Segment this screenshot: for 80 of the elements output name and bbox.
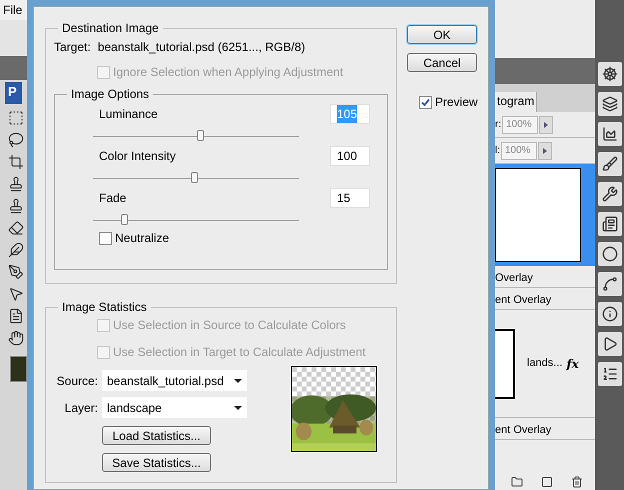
dialog-button[interactable]: Cancel [407,53,477,72]
folder-icon[interactable] [511,476,523,488]
checkmark-icon [421,98,430,106]
color-swatch[interactable] [10,356,27,382]
note-icon[interactable] [8,308,24,324]
effects-label: fx [566,356,579,372]
toolbar-header [0,56,27,80]
select-label: Source: [56,372,98,390]
checkbox-label: Use Selection in Target to Calculate Adjustment [113,344,366,361]
dropdown[interactable]: landscape [102,397,247,418]
wrench-icon [602,186,618,202]
value-field[interactable]: 100 [330,146,370,166]
eraser-icon[interactable] [8,220,24,236]
trash-icon[interactable] [571,476,583,488]
path-icon [602,276,618,292]
stamp-icon[interactable] [8,198,24,214]
feather-icon[interactable] [8,242,24,258]
field-label: l: [495,144,500,158]
marquee-icon[interactable] [8,110,24,126]
slider-track[interactable] [93,172,299,184]
app-logo: P [5,82,22,104]
arrow-button[interactable] [538,142,552,160]
new-layer-icon[interactable] [541,476,553,488]
wrench-button[interactable] [598,182,622,206]
brush-icon [602,156,618,172]
info-button[interactable] [598,302,622,326]
slider-track[interactable] [93,214,299,226]
target-label: Target: [54,39,91,56]
hand-icon[interactable] [8,330,24,346]
statistics-button[interactable]: Save Statistics... [102,453,211,472]
slider-thumb[interactable] [197,130,204,141]
checkbox-label: Preview [435,94,478,111]
field-label: r: [495,118,502,132]
slider-label: Luminance [99,106,158,123]
dialog-button[interactable]: OK [407,25,477,44]
layers-button[interactable] [598,92,622,116]
arrow-icon [543,148,547,154]
slider-thumb[interactable] [190,172,198,183]
arrow-icon [544,122,548,128]
select-label: Layer: [64,400,98,416]
crop-icon[interactable] [8,154,24,170]
info-icon [602,306,618,322]
caret-icon [234,406,242,410]
dropdown[interactable]: beanstalk_tutorial.psd [102,370,247,391]
stamp-icon[interactable] [8,176,24,192]
arrow-button[interactable] [539,116,554,134]
wheel-icon [602,66,618,82]
layers-icon [602,96,618,112]
layer-thumbnail [495,328,515,398]
pointer-icon[interactable] [8,286,24,302]
group-title: Image Statistics [61,299,148,316]
layer-row[interactable]: lands... fx [495,310,595,418]
value-field[interactable]: 15 [330,188,370,208]
play-button[interactable] [598,332,622,356]
play-icon [602,336,618,352]
slider-track[interactable] [93,130,299,142]
histogram-button[interactable] [598,122,622,146]
checkbox-label: Neutralize [115,230,170,247]
wheel-button[interactable] [598,62,622,86]
circle-button[interactable] [598,242,622,266]
slider-label: Color Intensity [99,148,176,165]
target-value: beanstalk_tutorial.psd (6251..., RGB/8) [98,39,306,56]
brush-button[interactable] [598,152,622,176]
pen-icon[interactable] [8,264,24,280]
layer-thumbnail-row[interactable] [495,164,595,266]
group-title: Destination Image [61,20,160,37]
statistics-button[interactable]: Load Statistics... [102,426,211,445]
histogram-icon [602,126,618,142]
checkbox[interactable] [99,232,112,244]
lasso-icon[interactable] [8,132,24,148]
panel-tab[interactable]: togram [495,92,538,112]
caret-icon [234,378,242,382]
circle-icon [602,246,618,262]
checkbox-label: Use Selection in Source to Calculate Colors [113,317,346,334]
checkbox-label: Ignore Selection when Applying Adjustment [113,64,344,81]
slider-label: Fade [99,190,126,207]
path-button[interactable] [598,272,622,296]
slider-thumb[interactable] [120,214,128,225]
group-title: Image Options [70,86,150,103]
checkbox[interactable] [419,96,432,108]
